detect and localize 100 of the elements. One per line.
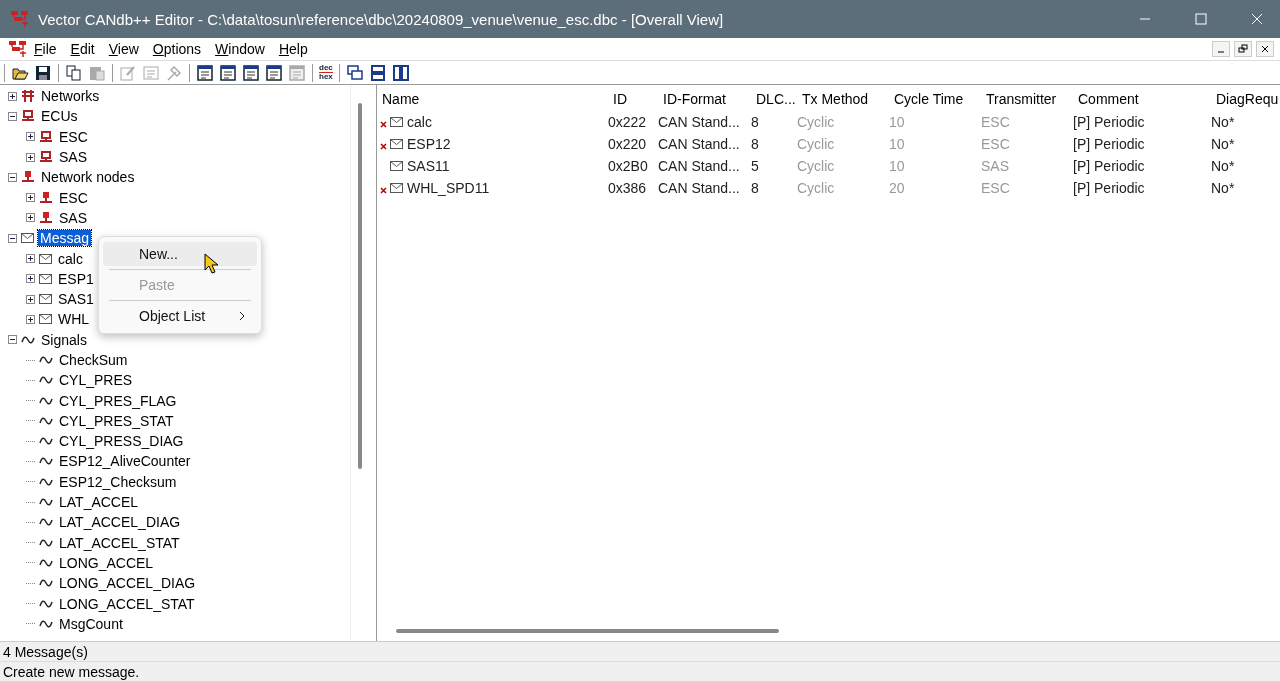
menu-item[interactable]: Edit xyxy=(64,41,103,57)
tree-item[interactable]: LONG_ACCEL_STAT xyxy=(57,595,197,612)
dec-hex-button[interactable]: dec hex xyxy=(319,64,333,81)
table-cell: SAS11 xyxy=(407,158,450,174)
tree-item[interactable]: Messag xyxy=(38,230,92,247)
table-cell-text: 20 xyxy=(889,180,906,196)
envelope-icon xyxy=(39,253,52,264)
envelope-icon xyxy=(39,294,52,305)
status-count: 4 Message(s) xyxy=(2,642,89,661)
tile-h-icon[interactable] xyxy=(368,63,387,82)
wave-icon xyxy=(39,415,53,426)
error-mark-icon xyxy=(380,186,387,194)
tree-item[interactable]: ESP1 xyxy=(56,270,96,287)
expand-icon[interactable] xyxy=(26,294,35,304)
table-cell-text: ESC xyxy=(981,180,1011,196)
expand-icon[interactable] xyxy=(26,132,35,142)
save-icon[interactable] xyxy=(34,63,52,82)
network-icon xyxy=(21,90,35,103)
collapse-icon[interactable] xyxy=(8,233,17,243)
tree-item[interactable]: Network nodes xyxy=(39,169,137,186)
menu-item[interactable]: Object List xyxy=(103,304,257,328)
tree-item[interactable]: WHL xyxy=(56,311,92,328)
menu-item[interactable]: Window xyxy=(209,41,273,57)
tree-item[interactable]: calc xyxy=(56,250,85,267)
tree-item[interactable]: ESC xyxy=(57,189,90,206)
tree-item[interactable]: Networks xyxy=(39,88,102,105)
collapse-icon[interactable] xyxy=(8,335,17,345)
tree-item[interactable]: LONG_ACCEL_DIAG xyxy=(57,575,198,592)
menu-item[interactable]: Options xyxy=(146,41,210,57)
collapse-icon[interactable] xyxy=(8,111,17,121)
column-header[interactable]: Comment xyxy=(1078,91,1216,107)
tree-item[interactable]: SAS xyxy=(57,149,89,166)
tree-item[interactable]: ESC xyxy=(57,128,90,145)
copy-icon[interactable] xyxy=(65,63,83,82)
column-header[interactable]: ID xyxy=(613,91,663,107)
tile-v-icon[interactable] xyxy=(391,63,410,82)
table-cell-text: CAN Stand... xyxy=(658,158,741,174)
table-cell-text: ESC xyxy=(981,114,1011,130)
error-mark-icon xyxy=(380,120,387,128)
column-header[interactable]: DLC... xyxy=(756,91,802,107)
minimize-icon[interactable] xyxy=(1212,41,1230,57)
view-icon[interactable] xyxy=(242,63,260,82)
tree-item[interactable]: LONG_ACCEL xyxy=(57,554,156,571)
tree-item[interactable]: CYL_PRES_FLAG xyxy=(57,392,179,409)
expand-icon[interactable] xyxy=(26,152,35,162)
collapse-icon[interactable] xyxy=(8,172,17,182)
column-header[interactable]: DiagRequ xyxy=(1216,91,1280,107)
column-header[interactable]: ID-Format xyxy=(663,91,756,107)
tree-item[interactable]: LAT_ACCEL xyxy=(57,494,141,511)
tree-item[interactable]: Signals xyxy=(39,331,89,348)
table-cell-text: 10 xyxy=(889,158,906,174)
tree-item[interactable]: MsgCount xyxy=(57,615,125,632)
menu-item[interactable]: New... xyxy=(103,242,257,266)
expand-icon[interactable] xyxy=(26,254,35,263)
expand-icon[interactable] xyxy=(8,91,17,101)
wave-icon xyxy=(39,436,53,447)
cascade-icon[interactable] xyxy=(345,63,364,82)
column-header[interactable]: Name xyxy=(382,91,613,107)
expand-icon[interactable] xyxy=(26,314,35,324)
tree-item[interactable]: ESP12_Checksum xyxy=(57,473,179,490)
wave-icon xyxy=(39,355,53,365)
wave-icon xyxy=(39,395,53,406)
tree-item[interactable]: LAT_ACCEL_DIAG xyxy=(57,514,183,531)
envelope-icon xyxy=(39,273,52,284)
restore-icon[interactable] xyxy=(1234,41,1252,57)
wave-icon xyxy=(39,537,53,548)
table-cell-text: SAS xyxy=(981,158,1010,174)
wave-icon xyxy=(39,517,53,528)
menu-item[interactable]: Help xyxy=(272,41,316,57)
envelope-icon xyxy=(39,314,52,325)
view-icon[interactable] xyxy=(265,63,283,82)
wave-icon xyxy=(39,598,53,609)
expand-icon[interactable] xyxy=(26,274,35,284)
table-cell-text: 5 xyxy=(751,158,760,174)
tree-item[interactable]: ESP12_AliveCounter xyxy=(57,453,193,470)
table-cell-text: 0x222 xyxy=(608,114,648,130)
expand-icon[interactable] xyxy=(26,213,35,223)
envelope-icon xyxy=(390,161,403,171)
tree-item[interactable]: CYL_PRES xyxy=(57,372,135,389)
tree-item[interactable]: CheckSum xyxy=(57,352,130,368)
view-icon[interactable] xyxy=(196,63,214,82)
table-cell-text: Cyclic xyxy=(797,180,836,196)
column-header[interactable]: Tx Method xyxy=(802,91,894,107)
tree-item[interactable]: SAS1 xyxy=(56,291,96,308)
tree-item[interactable]: ECUs xyxy=(39,108,80,125)
ecu-icon xyxy=(39,151,53,164)
tree-item[interactable]: CYL_PRES_STAT xyxy=(57,412,176,429)
tree-item[interactable]: CYL_PRESS_DIAG xyxy=(57,433,186,450)
menu-item[interactable]: View xyxy=(102,41,147,57)
close-icon[interactable] xyxy=(1256,41,1274,57)
tree-item[interactable]: SAS xyxy=(57,209,89,226)
view-icon[interactable] xyxy=(219,63,237,82)
ecu-icon xyxy=(21,110,35,123)
column-header[interactable]: Cycle Time xyxy=(894,91,986,107)
expand-icon[interactable] xyxy=(26,193,35,203)
column-header[interactable]: Transmitter xyxy=(986,91,1078,107)
envelope-icon xyxy=(390,117,403,127)
tree-item[interactable]: LAT_ACCEL_STAT xyxy=(57,534,182,551)
envelope-icon xyxy=(390,139,403,149)
menu-item[interactable]: File xyxy=(28,41,65,57)
